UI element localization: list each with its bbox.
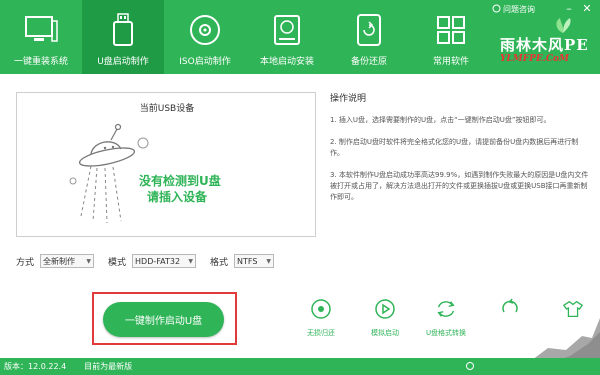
- hard-disk-icon: [267, 12, 307, 48]
- no-device-line1: 没有检测到U盘: [139, 174, 221, 188]
- partition-select[interactable]: HDD-FAT32 ▼: [132, 254, 197, 268]
- chevron-down-icon: ▼: [86, 257, 92, 265]
- no-device-message: 没有检测到U盘 请插入设备: [139, 173, 221, 205]
- logo-subtitle: YLMFPE.CoM: [500, 54, 569, 64]
- mode-select[interactable]: 全新制作 ▼: [40, 254, 95, 268]
- tool-label: U盘格式转换: [425, 329, 467, 337]
- restore-icon: [310, 298, 332, 320]
- nav-label: 常用软件: [432, 57, 469, 67]
- instructions-panel: 操作说明 1. 插入U盘，选择需要制作的U盘，点击“一键制作启动U盘”按钮即可。…: [330, 94, 592, 214]
- format-value: NTFS: [237, 256, 258, 266]
- help-link[interactable]: 问题咨询: [492, 4, 535, 15]
- top-navigation-bar: 一键重装系统 U盘启动制作 ISO启动制作 本地启动安装 备份还原 常用软件 问…: [0, 0, 600, 74]
- nav-item-local-install[interactable]: 本地启动安装: [246, 0, 328, 74]
- shirt-icon: [562, 298, 584, 320]
- mode-label: 方式: [16, 257, 35, 268]
- nav-label: 本地启动安装: [259, 57, 314, 67]
- partition-label: 模式: [108, 257, 127, 268]
- backup-icon: [349, 12, 389, 48]
- format-label: 格式: [210, 257, 229, 268]
- usb-drive-icon: [103, 12, 143, 48]
- nav-label: ISO启动制作: [179, 57, 231, 67]
- format-select[interactable]: NTFS ▼: [234, 254, 275, 268]
- instruction-step-2: 2. 制作启动U盘时软件将完全格式化您的U盘，请提前备份U盘内数据后再进行制作。: [330, 138, 579, 157]
- one-click-make-boot-usb-button[interactable]: 一键制作启动U盘: [103, 302, 224, 337]
- nav-label: 备份还原: [350, 57, 387, 67]
- disc-icon: [185, 12, 225, 48]
- logo-title: 雨林木风PE: [500, 36, 589, 54]
- version-text: 版本：12.0.22.4: [4, 362, 67, 371]
- tool-label: 无损归还: [307, 329, 335, 337]
- minimize-button[interactable]: –: [562, 2, 576, 15]
- nav-item-iso-boot[interactable]: ISO启动制作: [164, 0, 246, 74]
- monitor-icon: [21, 12, 61, 48]
- nav-item-backup-restore[interactable]: 备份还原: [328, 0, 410, 74]
- device-panel-title: 当前USB设备: [139, 104, 195, 114]
- close-button[interactable]: ✕: [580, 2, 594, 15]
- simulate-boot-button[interactable]: 模拟启动: [357, 298, 413, 338]
- usb-format-convert-button[interactable]: U盘格式转换: [418, 298, 474, 338]
- nav-item-one-click-reinstall[interactable]: 一键重装系统: [0, 0, 82, 74]
- chevron-down-icon: ▼: [188, 257, 194, 265]
- help-label: 问题咨询: [503, 5, 535, 14]
- status-bar: 版本：12.0.22.4 目前为最新版: [0, 358, 600, 375]
- leaf-icon: [556, 18, 571, 33]
- instruction-step-3: 3. 本软件制作U盘启动成功率高达99.9%，如遇到制作失败最大的原因是U盘内文…: [330, 171, 589, 201]
- nav-item-common-software[interactable]: 常用软件: [410, 0, 492, 74]
- status-indicator-icon: [466, 362, 474, 370]
- update-status-text: 目前为最新版: [84, 362, 133, 371]
- tool-label: 模拟启动: [371, 329, 399, 337]
- lossless-restore-button[interactable]: 无损归还: [293, 298, 349, 338]
- nav-label: U盘启动制作: [97, 57, 149, 67]
- instruction-step-1: 1. 插入U盘，选择需要制作的U盘，点击“一键制作启动U盘”按钮即可。: [330, 116, 551, 124]
- grid-icon: [431, 12, 471, 48]
- chat-icon: [492, 4, 501, 15]
- options-row: 方式 全新制作 ▼ 模式 HDD-FAT32 ▼ 格式 NTFS ▼: [16, 253, 288, 269]
- refresh-icon: [499, 298, 521, 320]
- usb-device-panel: 当前USB设备 没有检测到U盘 请插入设备: [16, 92, 316, 237]
- nav-item-usb-boot[interactable]: U盘启动制作: [82, 0, 164, 74]
- chevron-down-icon: ▼: [266, 257, 272, 265]
- nav-label: 一键重装系统: [13, 57, 68, 67]
- convert-icon: [435, 298, 457, 320]
- mode-value: 全新制作: [43, 256, 76, 266]
- play-icon: [374, 298, 396, 320]
- partition-value: HDD-FAT32: [135, 256, 181, 266]
- instructions-title: 操作说明: [330, 94, 367, 104]
- brand-logo: 雨林木风PE YLMFPE.CoM: [500, 18, 600, 70]
- no-device-line2: 请插入设备: [147, 190, 208, 204]
